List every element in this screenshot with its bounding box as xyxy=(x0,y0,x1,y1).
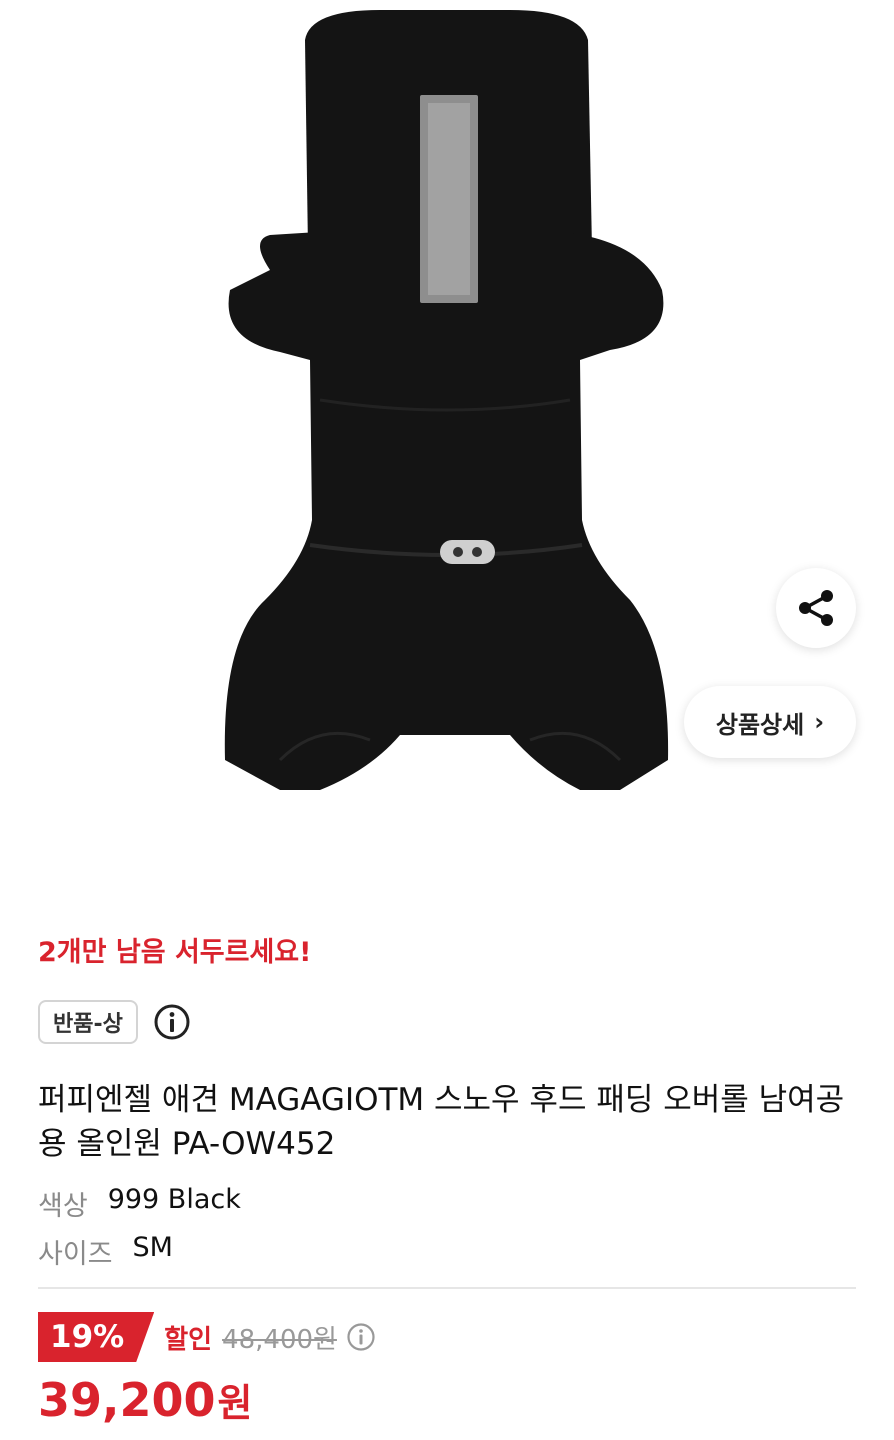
option-value: 999 Black xyxy=(107,1184,241,1215)
discount-percent-tag: 19% xyxy=(38,1312,154,1362)
product-title: 퍼피엔젤 애견 MAGAGIOTM 스노우 후드 패딩 오버롤 남여공용 올인원… xyxy=(38,1082,845,1162)
discount-label: 할인 xyxy=(164,1324,213,1355)
product-image-area: 상품상세 › xyxy=(0,0,894,860)
final-price-unit: 원 xyxy=(217,1381,253,1425)
product-detail-button[interactable]: 상품상세 › xyxy=(684,686,856,758)
option-color: 색상 999 Black xyxy=(38,1184,241,1223)
share-button[interactable] xyxy=(776,568,856,648)
badge-row: 반품-상 xyxy=(38,1000,192,1044)
final-price: 39,200 원 xyxy=(38,1372,252,1427)
product-detail-label: 상품상세 xyxy=(715,710,805,739)
option-value: SM xyxy=(132,1232,173,1263)
option-key: 색상 xyxy=(38,1191,88,1222)
final-price-value: 39,200 xyxy=(38,1373,216,1427)
stock-alert: 2개만 남음 서두르세요! xyxy=(38,937,312,968)
discount-row: 19% 할인 48,400원 xyxy=(38,1312,377,1362)
product-image xyxy=(224,10,669,790)
share-icon xyxy=(799,590,833,626)
info-icon[interactable] xyxy=(152,1002,192,1042)
divider xyxy=(38,1287,856,1289)
original-price: 48,400원 xyxy=(222,1324,337,1355)
return-grade-badge[interactable]: 반품-상 xyxy=(38,1000,138,1044)
option-key: 사이즈 xyxy=(38,1239,113,1270)
price-info-icon[interactable] xyxy=(345,1321,377,1353)
option-size: 사이즈 SM xyxy=(38,1232,173,1271)
chevron-right-icon: › xyxy=(814,708,825,736)
